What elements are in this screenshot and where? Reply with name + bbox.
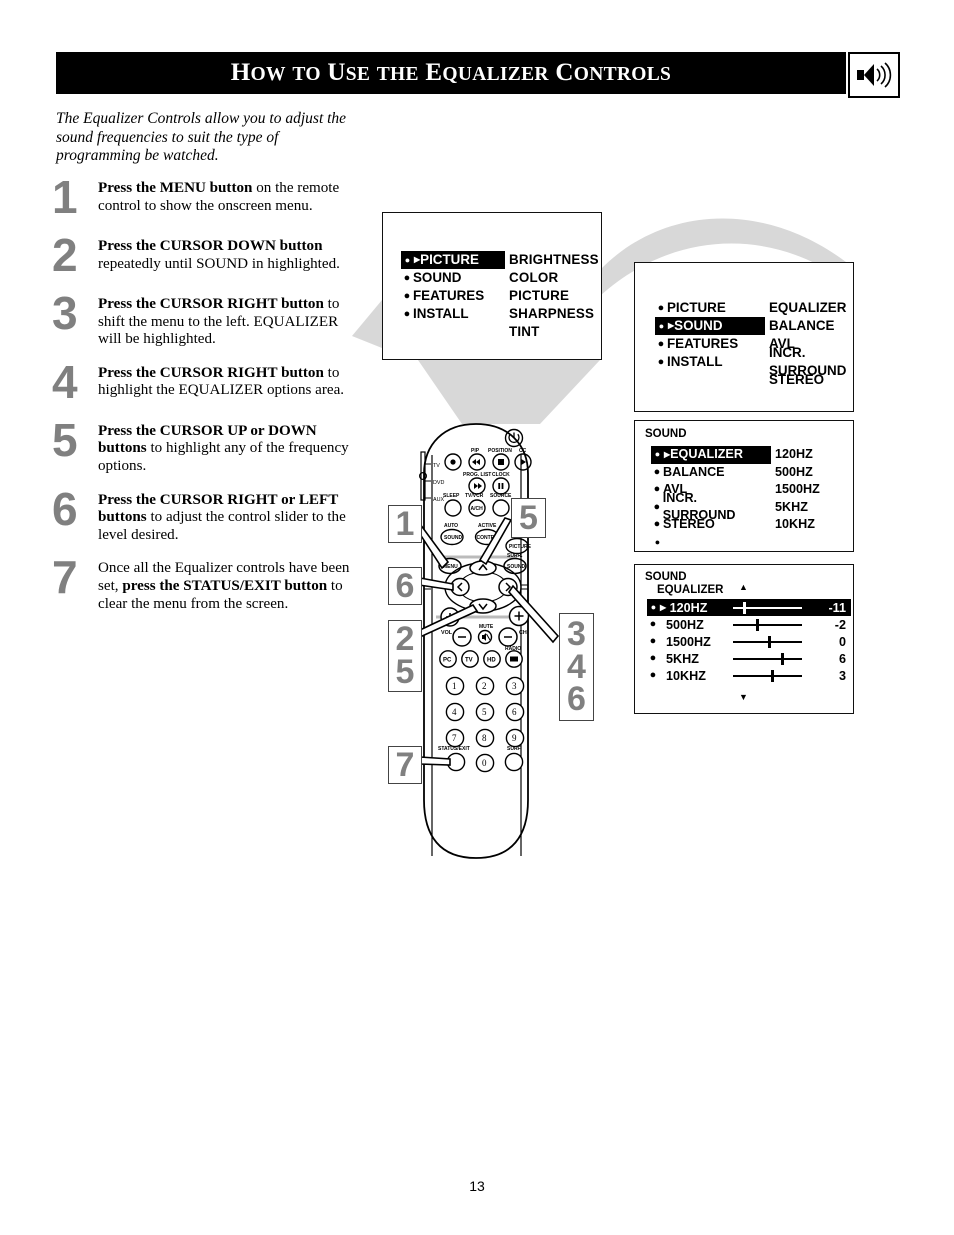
remote-label-sound: SOUND <box>444 535 462 541</box>
callout-number: 4 <box>567 647 586 686</box>
keypad-label: 4 <box>452 707 457 717</box>
record-icon <box>450 459 456 465</box>
keypad-label: 2 <box>482 681 487 691</box>
callout-3-4-6: 3 4 6 <box>559 613 594 721</box>
remote-label-dvd: DVD <box>433 480 444 486</box>
cursor-left-button[interactable] <box>450 577 470 597</box>
cursor-down-button[interactable] <box>469 598 497 614</box>
callout-number: 7 <box>395 745 415 784</box>
callout-5: 5 <box>511 498 546 538</box>
remote-label-active: ACTIVE <box>478 523 497 529</box>
remote-label-clock: CLOCK <box>492 472 510 478</box>
callout-number: 3 <box>567 615 586 654</box>
remote-label-tv-btn: TV <box>465 658 473 664</box>
page-number: 13 <box>469 1178 485 1194</box>
remote-label-radio: RADIO <box>505 646 521 652</box>
stop-icon <box>498 459 504 465</box>
callout-7: 7 <box>388 746 422 784</box>
remote-label-sleep: SLEEP <box>443 493 460 499</box>
remote-label-tv: TV <box>433 463 440 469</box>
keypad-label: 7 <box>452 733 457 743</box>
keypad-label: 0 <box>482 758 487 768</box>
keypad-label: 9 <box>512 733 517 743</box>
remote-label-source: SOURCE <box>490 493 512 499</box>
cursor-up-button[interactable] <box>469 560 497 576</box>
callout-number: 2 <box>395 620 415 659</box>
remote-label-hd: HD <box>487 658 496 664</box>
remote-label-auto: AUTO <box>444 523 458 529</box>
pause-icon <box>498 483 501 489</box>
remote-label-mute: MUTE <box>479 624 494 630</box>
callout-number: 5 <box>519 498 538 537</box>
remote-label-surf: SURF <box>507 746 521 752</box>
callout-number: 6 <box>395 566 415 605</box>
callout-number: 5 <box>395 653 415 691</box>
remote-label-menu: MENU <box>443 564 458 570</box>
remote-label-ach: A/CH <box>471 506 484 512</box>
manual-page: HOW TO USE THE EQUALIZER CONTROLS The Eq… <box>0 0 954 1235</box>
remote-label-tv-vcr: TV/VCR <box>465 493 484 499</box>
surf-button[interactable] <box>504 752 524 772</box>
remote-label-surr-sound: SOUND <box>507 564 525 570</box>
remote-label-status-exit: STATUS/EXIT <box>438 746 470 752</box>
keypad-label: 3 <box>512 681 517 691</box>
callout-number: 1 <box>395 504 415 543</box>
keypad-label: 8 <box>482 733 487 743</box>
cursor-right-button[interactable] <box>498 577 518 597</box>
remote-label-pip: PIP <box>471 448 480 454</box>
remote-label-control: CONTROL <box>477 535 502 541</box>
callout-2-5: 2 5 <box>388 620 422 692</box>
remote-label-pc: PC <box>443 658 452 664</box>
pause-icon-2 <box>501 483 504 489</box>
callout-number: 6 <box>567 680 586 719</box>
keypad-label: 1 <box>452 681 457 691</box>
remote-label-vol: VOL <box>441 630 453 636</box>
remote-label-ch: CH <box>519 630 527 636</box>
keypad-label: 5 <box>482 707 487 717</box>
callout-1: 1 <box>388 505 422 543</box>
remote-label-picture: PICTURE <box>509 544 532 550</box>
remote-label-prog-list: PROG. LIST <box>463 472 491 478</box>
remote-control-illustration: TV DVD AUX PIP POSITION CC PROG. LIST CL… <box>419 423 532 859</box>
status-exit-button[interactable] <box>446 752 466 772</box>
remote-label-position: POSITION <box>488 448 512 454</box>
callout-6: 6 <box>388 567 422 605</box>
remote-label-cc: CC <box>519 448 527 454</box>
keypad-label: 6 <box>512 707 517 717</box>
radio-icon <box>510 656 518 662</box>
